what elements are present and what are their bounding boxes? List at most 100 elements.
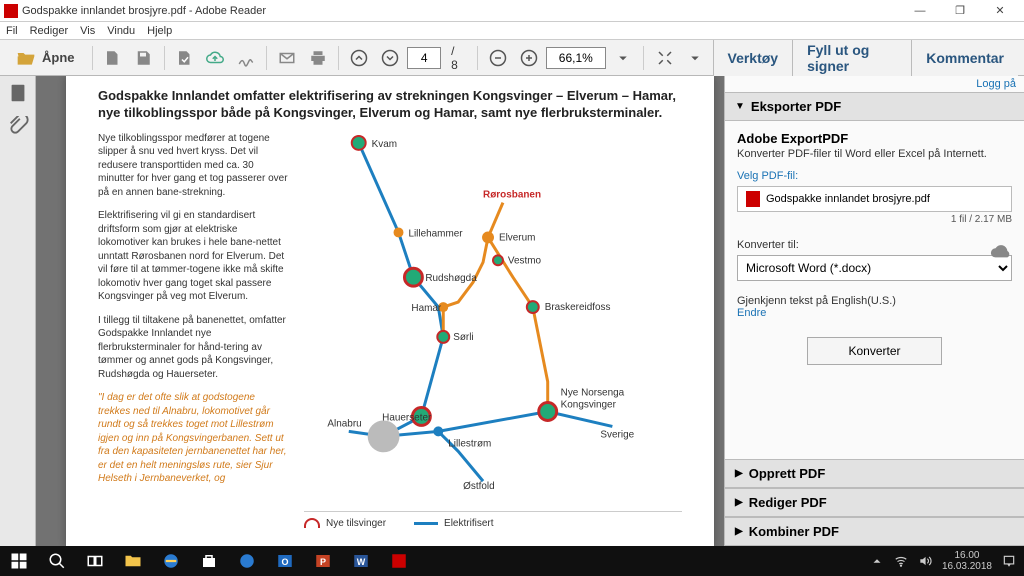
save-icon-button[interactable] (130, 44, 157, 72)
open-button[interactable]: Åpne (6, 44, 85, 72)
tray-chevron-up-icon[interactable] (870, 554, 884, 568)
fit-page-button[interactable] (651, 44, 678, 72)
menu-window[interactable]: Vindu (107, 25, 135, 37)
maximize-button[interactable]: ❐ (940, 4, 980, 17)
svg-text:Østfold: Østfold (463, 481, 494, 492)
page-up-button[interactable] (346, 44, 373, 72)
svg-text:O: O (281, 557, 288, 567)
cloud-icon (990, 243, 1012, 259)
combine-pdf-header[interactable]: ▶ Kombiner PDF (725, 517, 1024, 546)
ocr-text: Gjenkjenn tekst på English(U.S.) (737, 295, 896, 307)
svg-text:Rudshøgda: Rudshøgda (425, 273, 477, 284)
clock-time: 16.00 (942, 550, 992, 561)
map-diagram: Kvam Lillehammer Rudshøgda Hamar Sørli R… (304, 132, 682, 529)
edit-pdf-label: Rediger PDF (749, 495, 827, 510)
close-button[interactable]: ✕ (980, 4, 1020, 17)
login-strip: Logg på (725, 76, 1024, 92)
edge-icon[interactable] (228, 546, 266, 576)
task-view-button[interactable] (76, 546, 114, 576)
convert-button[interactable]: Konverter (807, 337, 941, 365)
comment-panel-button[interactable]: Kommentar (911, 40, 1018, 76)
minimize-button[interactable]: — (900, 5, 940, 17)
powerpoint-icon[interactable]: P (304, 546, 342, 576)
svg-text:P: P (320, 557, 326, 567)
window-title: Godspakke innlandet brosjyre.pdf - Adobe… (22, 5, 900, 17)
text-column: Nye tilkoblingsspor medfører at togene s… (98, 132, 288, 529)
edit-pdf-header[interactable]: ▶ Rediger PDF (725, 488, 1024, 517)
select-file-label: Velg PDF-fil: (737, 170, 1012, 182)
svg-text:Hauerseter: Hauerseter (382, 412, 432, 423)
wifi-icon[interactable] (894, 554, 908, 568)
word-icon[interactable]: W (342, 546, 380, 576)
exportpdf-subtitle: Konverter PDF-filer til Word eller Excel… (737, 148, 1012, 160)
store-icon[interactable] (190, 546, 228, 576)
notifications-icon[interactable] (1002, 554, 1016, 568)
open-label: Åpne (42, 50, 75, 65)
ie-icon[interactable] (152, 546, 190, 576)
chevron-right-icon: ▶ (735, 526, 743, 537)
page-number-input[interactable] (407, 47, 441, 69)
combine-pdf-label: Kombiner PDF (749, 524, 839, 539)
clock[interactable]: 16.00 16.03.2018 (942, 550, 992, 572)
adobe-reader-icon (4, 4, 18, 18)
document-view[interactable]: Godspakke Innlandet omfatter elektrifise… (36, 76, 724, 546)
paragraph-3: I tillegg til tiltakene på banenettet, o… (98, 314, 288, 382)
chevron-right-icon: ▶ (735, 497, 743, 508)
thumbnails-icon[interactable] (7, 82, 29, 104)
menu-view[interactable]: Vis (80, 25, 95, 37)
zoom-dropdown-button[interactable] (610, 44, 637, 72)
zoom-out-button[interactable] (485, 44, 512, 72)
svg-text:Sørli: Sørli (453, 332, 473, 343)
email-icon-button[interactable] (274, 44, 301, 72)
svg-text:Sverige: Sverige (600, 429, 634, 440)
chevron-right-icon: ▶ (735, 468, 743, 479)
format-select[interactable]: Microsoft Word (*.docx) (737, 255, 1012, 281)
menu-help[interactable]: Hjelp (147, 25, 172, 37)
map-legend: Nye tilsvinger Elektrifisert (304, 511, 682, 529)
clock-date: 16.03.2018 (942, 561, 992, 572)
page-down-button[interactable] (377, 44, 404, 72)
menu-edit[interactable]: Rediger (30, 25, 69, 37)
zoom-in-button[interactable] (515, 44, 542, 72)
selected-file-name: Godspakke innlandet brosjyre.pdf (766, 193, 930, 205)
create-pdf-label: Opprett PDF (749, 466, 826, 481)
read-mode-button[interactable] (682, 44, 709, 72)
zoom-input[interactable] (546, 47, 606, 69)
start-button[interactable] (0, 546, 38, 576)
main-area: Godspakke Innlandet omfatter elektrifise… (0, 76, 1024, 546)
paragraph-quote: "I dag er det ofte slik at godstogene tr… (98, 391, 288, 486)
cloud-upload-icon-button[interactable] (202, 44, 229, 72)
convert-to-label: Konverter til: (737, 239, 1012, 251)
sign-icon-button[interactable] (233, 44, 260, 72)
create-pdf-header[interactable]: ▶ Opprett PDF (725, 459, 1024, 488)
create-pdf-icon-button[interactable] (99, 44, 126, 72)
svg-text:Lillestrøm: Lillestrøm (448, 438, 491, 449)
navigation-pane (0, 76, 36, 546)
adobe-reader-taskbar-icon[interactable] (380, 546, 418, 576)
page-heading: Godspakke Innlandet omfatter elektrifise… (98, 88, 682, 122)
file-metadata: 1 fil / 2.17 MB (737, 214, 1012, 225)
tools-panel-button[interactable]: Verktøy (713, 40, 793, 76)
export-pdf-header[interactable]: ▼ Eksporter PDF (725, 92, 1024, 121)
fill-sign-panel-button[interactable]: Fyll ut og signer (792, 40, 911, 76)
file-explorer-icon[interactable] (114, 546, 152, 576)
export-pdf-label: Eksporter PDF (751, 99, 841, 114)
system-tray: 16.00 16.03.2018 (870, 550, 1024, 572)
legend-elec-label: Elektrifisert (444, 518, 493, 529)
svg-text:Hamar: Hamar (411, 303, 442, 314)
print-icon-button[interactable] (305, 44, 332, 72)
attachments-icon[interactable] (7, 116, 29, 138)
svg-text:W: W (357, 557, 366, 567)
login-link[interactable]: Logg på (976, 78, 1016, 90)
windows-taskbar: O P W 16.00 16.03.2018 (0, 546, 1024, 576)
search-button[interactable] (38, 546, 76, 576)
volume-icon[interactable] (918, 554, 932, 568)
toolbar: Åpne / 8 Verktøy Fyll ut og signer Komme… (0, 40, 1024, 76)
selected-file-box[interactable]: Godspakke innlandet brosjyre.pdf (737, 186, 1012, 212)
ocr-change-link[interactable]: Endre (737, 307, 766, 319)
page-total-label: / 8 (451, 44, 464, 72)
menu-file[interactable]: Fil (6, 25, 18, 37)
legend-new-label: Nye tilsvinger (326, 518, 386, 529)
convert-icon-button[interactable] (171, 44, 198, 72)
outlook-icon[interactable]: O (266, 546, 304, 576)
